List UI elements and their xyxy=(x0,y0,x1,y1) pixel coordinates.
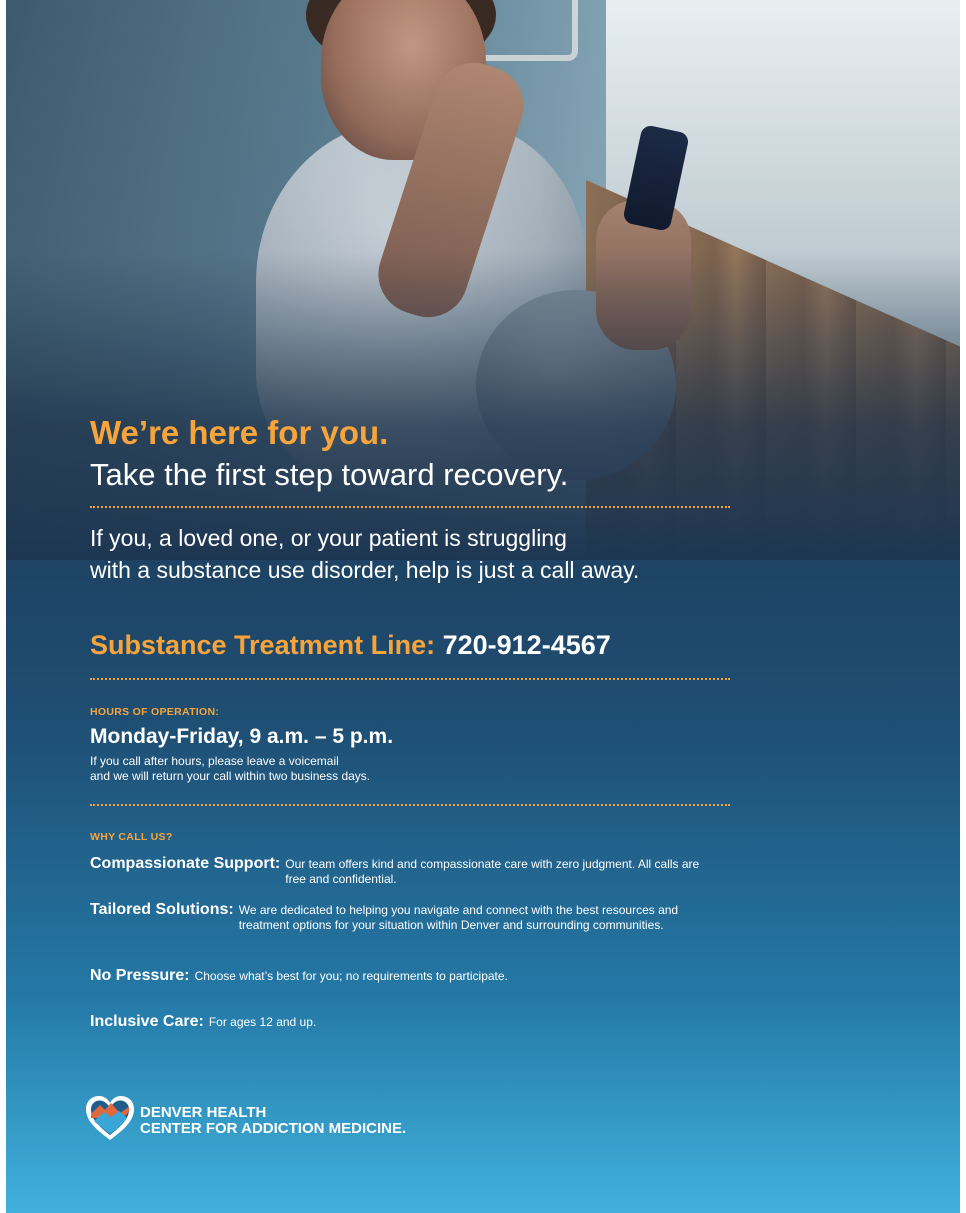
logo-line: CENTER FOR ADDICTION MEDICINE. xyxy=(140,1120,407,1137)
intro-line: with a substance use disorder, help is j… xyxy=(90,557,640,583)
reason-item: No Pressure: Choose what’s best for you;… xyxy=(90,967,790,985)
subheadline: Take the first step toward recovery. xyxy=(90,457,569,492)
dotted-divider xyxy=(90,804,730,806)
logo-line: DENVER HEALTH xyxy=(140,1104,267,1121)
flyer-content: We’re here for you. Take the first step … xyxy=(90,412,850,1103)
hours-heading: HOURS OF OPERATION: xyxy=(90,706,220,718)
reason-text: For ages 12 and up. xyxy=(208,1015,317,1029)
intro-text: If you, a loved one, or your patient is … xyxy=(90,522,850,586)
hours-schedule: Monday-Friday, 9 a.m. – 5 p.m. xyxy=(90,725,394,748)
phone-number-link[interactable]: 720-912-4567 xyxy=(443,630,611,660)
reason-item: Tailored Solutions: We are dedicated to … xyxy=(90,901,710,933)
reason-item: Inclusive Care: For ages 12 and up. xyxy=(90,1013,790,1031)
intro-line: If you, a loved one, or your patient is … xyxy=(90,525,567,551)
reason-title: Compassionate Support: xyxy=(90,855,281,872)
reason-title: Tailored Solutions: xyxy=(90,901,234,918)
heart-mountain-icon xyxy=(86,1096,134,1140)
denver-health-logo[interactable]: DENVER HEALTH CENTER FOR ADDICTION MEDIC… xyxy=(84,1094,484,1144)
reason-text: Our team offers kind and compassionate c… xyxy=(285,857,700,886)
reason-text: We are dedicated to helping you navigate… xyxy=(238,903,679,932)
hours-note-line: and we will return your call within two … xyxy=(90,769,371,783)
reasons-list: Compassionate Support: Our team offers k… xyxy=(90,843,850,1103)
reason-text: Choose what’s best for you; no requireme… xyxy=(194,969,508,983)
reason-item: Compassionate Support: Our team offers k… xyxy=(90,855,730,887)
headline: We’re here for you. xyxy=(90,414,389,451)
dotted-divider xyxy=(90,678,730,680)
phone-line: Substance Treatment Line: 720-912-4567 xyxy=(90,628,850,662)
hours-note: If you call after hours, please leave a … xyxy=(90,754,850,784)
phone-label: Substance Treatment Line: xyxy=(90,630,436,660)
flyer-poster: We’re here for you. Take the first step … xyxy=(6,0,960,1213)
reason-title: Inclusive Care: xyxy=(90,1013,204,1030)
hours-note-line: If you call after hours, please leave a … xyxy=(90,754,339,768)
dotted-divider xyxy=(90,506,730,508)
why-heading: WHY CALL US? xyxy=(90,831,173,843)
reason-title: No Pressure: xyxy=(90,967,190,984)
